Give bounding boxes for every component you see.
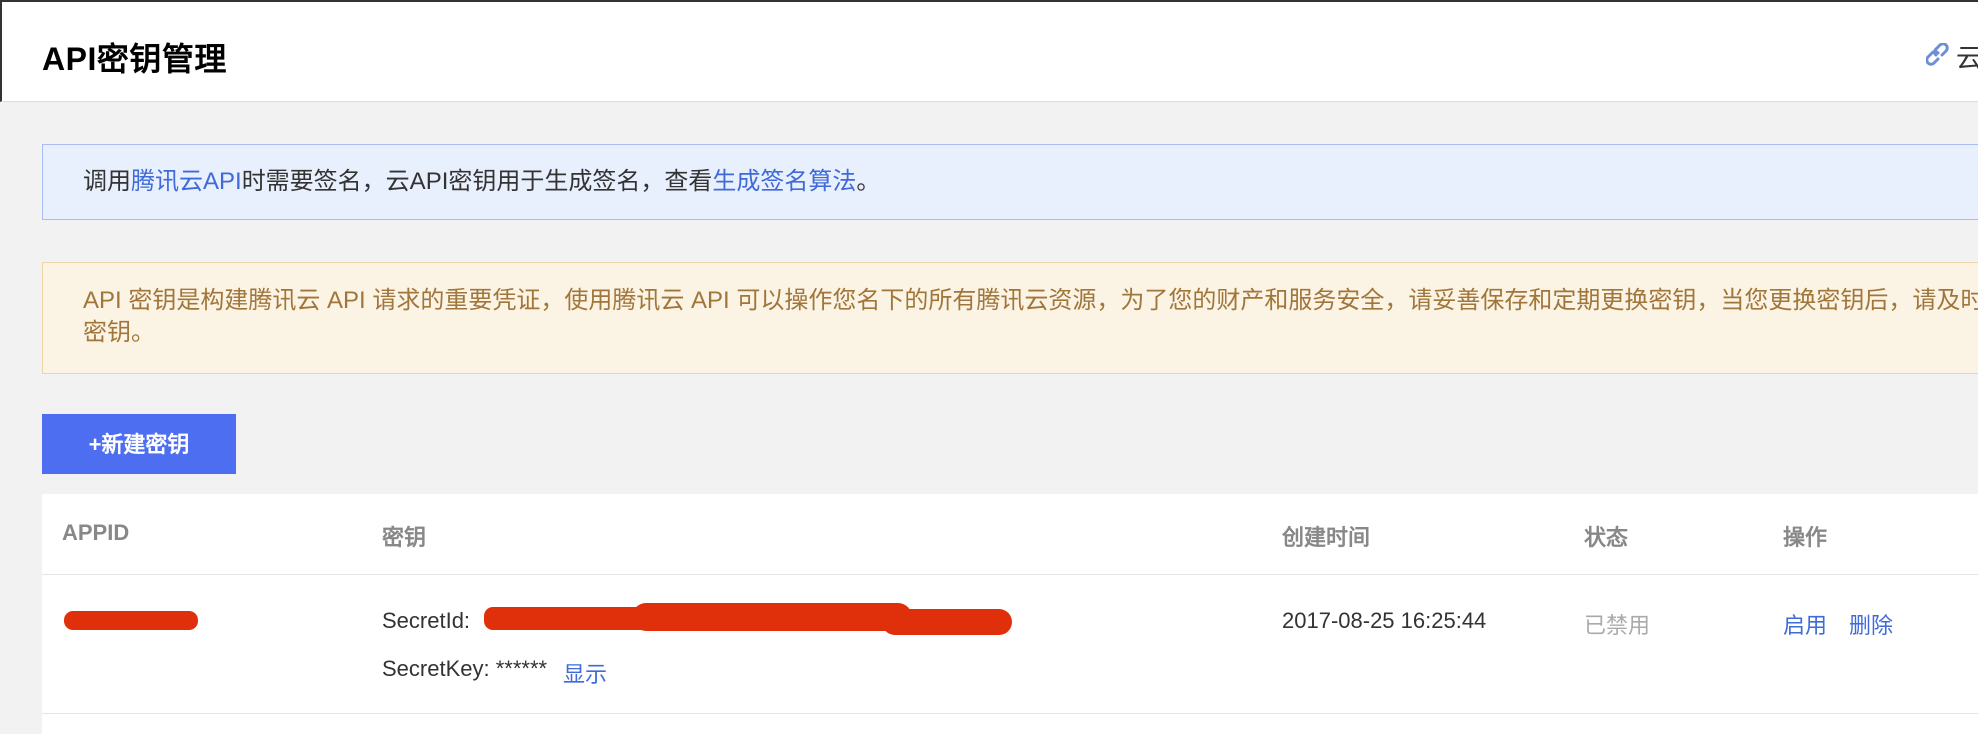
info-prefix: 调用: [83, 168, 131, 195]
info-suffix: 。: [856, 168, 881, 195]
header-cloud-link[interactable]: 云: [1925, 38, 1978, 75]
api-key-table: APPID 密钥 创建时间 状态 操作 SecretId: SecretKey:…: [42, 494, 1978, 734]
warning-text-line1: API 密钥是构建腾讯云 API 请求的重要凭证，使用腾讯云 API 可以操作您…: [83, 287, 1978, 314]
tencent-cloud-api-link[interactable]: 腾讯云API: [131, 168, 242, 195]
warning-text-line2: 密钥。: [83, 319, 155, 346]
signature-algorithm-link[interactable]: 生成签名算法: [712, 168, 856, 195]
table-row: SecretId: SecretKey: ****** 显示 2017-08-2…: [42, 575, 1978, 714]
security-warning-notice: API 密钥是构建腾讯云 API 请求的重要凭证，使用腾讯云 API 可以操作您…: [42, 262, 1978, 374]
show-secret-link[interactable]: 显示: [563, 657, 607, 689]
table-header: APPID 密钥 创建时间 状态 操作: [42, 494, 1978, 575]
redacted-appid: [64, 611, 198, 630]
new-key-button[interactable]: +新建密钥: [42, 414, 236, 474]
enable-link[interactable]: 启用: [1783, 608, 1827, 640]
column-header-key: 密钥: [382, 525, 427, 550]
page-title: API密钥管理: [42, 41, 227, 77]
delete-link[interactable]: 删除: [1849, 608, 1893, 640]
redacted-secret-id-3: [882, 609, 1012, 635]
column-header-actions: 操作: [1783, 525, 1828, 550]
status-text: 已禁用: [1584, 613, 1651, 638]
link-icon: [1925, 42, 1949, 66]
created-time: 2017-08-25 16:25:44: [1282, 608, 1487, 633]
column-header-status: 状态: [1584, 525, 1629, 550]
secret-id-label: SecretId:: [382, 608, 471, 633]
column-header-created: 创建时间: [1282, 525, 1371, 550]
header-link-label: 云: [1955, 43, 1978, 73]
column-header-appid: APPID: [62, 520, 130, 545]
api-info-notice: 调用腾讯云API时需要签名，云API密钥用于生成签名，查看生成签名算法。: [42, 144, 1978, 220]
page-header: API密钥管理 云: [0, 0, 1978, 102]
redacted-secret-id-2: [632, 603, 912, 631]
secret-key-label: SecretKey: ******: [382, 656, 548, 681]
info-middle: 时需要签名，云API密钥用于生成签名，查看: [241, 168, 713, 195]
